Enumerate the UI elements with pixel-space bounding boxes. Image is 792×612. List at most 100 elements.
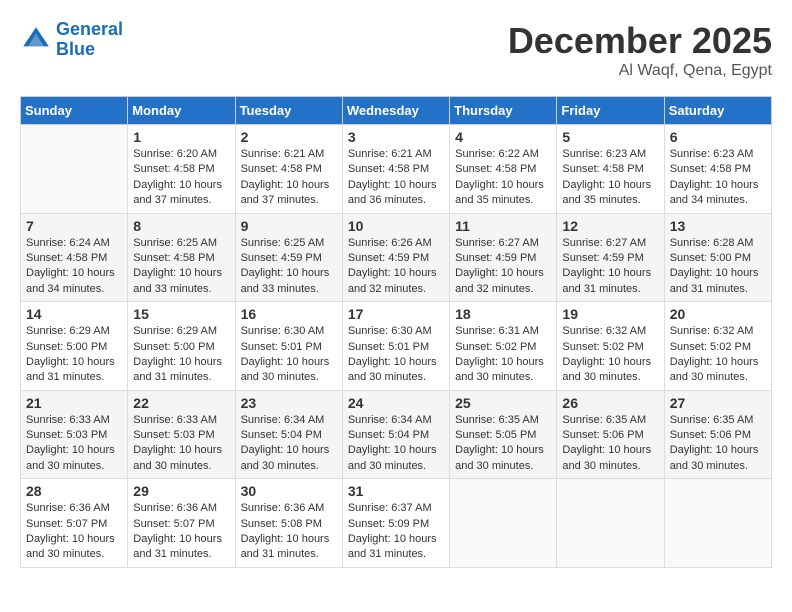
day-info: Sunrise: 6:29 AM Sunset: 5:00 PM Dayligh… [26, 324, 122, 386]
calendar-cell: 11 Sunrise: 6:27 AM Sunset: 4:59 PM Dayli… [450, 213, 557, 302]
day-info: Sunrise: 6:30 AM Sunset: 5:01 PM Dayligh… [241, 324, 337, 386]
calendar-cell: 17Sunrise: 6:30 AM Sunset: 5:01 PM Dayli… [342, 302, 449, 391]
day-number: 11 [455, 218, 551, 234]
day-number: 7 [26, 218, 122, 234]
day-info: Sunrise: 6:20 AM Sunset: 4:58 PM Dayligh… [133, 147, 229, 209]
day-info: Sunrise: 6:35 AM Sunset: 5:05 PM Dayligh… [455, 413, 551, 475]
day-number: 8 [133, 218, 229, 234]
day-info: Sunrise: 6:21 AM Sunset: 4:58 PM Dayligh… [348, 147, 444, 209]
calendar-cell: 12 Sunrise: 6:27 AM Sunset: 4:59 PM Dayli… [557, 213, 664, 302]
day-number: 23 [241, 395, 337, 411]
day-number: 27 [670, 395, 766, 411]
day-info: Sunrise: 6:27 AM Sunset: 4:59 PM Dayligh… [562, 236, 658, 298]
calendar-cell: 26 Sunrise: 6:35 AM Sunset: 5:06 PM Dayli… [557, 390, 664, 479]
day-info: Sunrise: 6:37 AM Sunset: 5:09 PM Dayligh… [348, 501, 444, 563]
calendar-cell: 5 Sunrise: 6:23 AM Sunset: 4:58 PM Daylig… [557, 125, 664, 214]
day-info: Sunrise: 6:35 AM Sunset: 5:06 PM Dayligh… [670, 413, 766, 475]
day-number: 1 [133, 129, 229, 145]
day-number: 14 [26, 306, 122, 322]
day-info: Sunrise: 6:25 AM Sunset: 4:58 PM Dayligh… [133, 236, 229, 298]
day-number: 2 [241, 129, 337, 145]
day-header-friday: Friday [557, 97, 664, 125]
calendar-week-row: 28Sunrise: 6:36 AM Sunset: 5:07 PM Dayli… [21, 479, 772, 568]
day-header-saturday: Saturday [664, 97, 771, 125]
logo-icon [20, 24, 52, 56]
calendar-cell [557, 479, 664, 568]
calendar-week-row: 1 Sunrise: 6:20 AM Sunset: 4:58 PM Daylig… [21, 125, 772, 214]
page-header: General Blue December 2025 Al Waqf, Qena… [20, 20, 772, 80]
logo-line2: Blue [56, 39, 95, 59]
calendar-cell: 22 Sunrise: 6:33 AM Sunset: 5:03 PM Dayli… [128, 390, 235, 479]
calendar-cell: 18Sunrise: 6:31 AM Sunset: 5:02 PM Dayli… [450, 302, 557, 391]
day-info: Sunrise: 6:23 AM Sunset: 4:58 PM Dayligh… [562, 147, 658, 209]
day-header-thursday: Thursday [450, 97, 557, 125]
calendar-cell: 21Sunrise: 6:33 AM Sunset: 5:03 PM Dayli… [21, 390, 128, 479]
day-number: 25 [455, 395, 551, 411]
calendar-cell: 20 Sunrise: 6:32 AM Sunset: 5:02 PM Dayli… [664, 302, 771, 391]
month-title: December 2025 [508, 20, 772, 62]
day-info: Sunrise: 6:33 AM Sunset: 5:03 PM Dayligh… [133, 413, 229, 475]
day-number: 12 [562, 218, 658, 234]
calendar-cell: 16Sunrise: 6:30 AM Sunset: 5:01 PM Dayli… [235, 302, 342, 391]
day-number: 15 [133, 306, 229, 322]
day-number: 26 [562, 395, 658, 411]
calendar-cell: 25 Sunrise: 6:35 AM Sunset: 5:05 PM Dayli… [450, 390, 557, 479]
calendar-week-row: 21Sunrise: 6:33 AM Sunset: 5:03 PM Dayli… [21, 390, 772, 479]
calendar-body: 1 Sunrise: 6:20 AM Sunset: 4:58 PM Daylig… [21, 125, 772, 568]
day-number: 22 [133, 395, 229, 411]
day-number: 9 [241, 218, 337, 234]
day-header-sunday: Sunday [21, 97, 128, 125]
day-info: Sunrise: 6:29 AM Sunset: 5:00 PM Dayligh… [133, 324, 229, 386]
day-number: 31 [348, 483, 444, 499]
calendar-cell: 31 Sunrise: 6:37 AM Sunset: 5:09 PM Dayli… [342, 479, 449, 568]
day-number: 13 [670, 218, 766, 234]
title-area: December 2025 Al Waqf, Qena, Egypt [508, 20, 772, 80]
calendar-cell [450, 479, 557, 568]
day-info: Sunrise: 6:32 AM Sunset: 5:02 PM Dayligh… [670, 324, 766, 386]
calendar-cell: 7 Sunrise: 6:24 AM Sunset: 4:58 PM Daylig… [21, 213, 128, 302]
calendar-cell: 2 Sunrise: 6:21 AM Sunset: 4:58 PM Daylig… [235, 125, 342, 214]
day-number: 20 [670, 306, 766, 322]
calendar-cell [21, 125, 128, 214]
logo-line1: General [56, 19, 123, 39]
day-number: 5 [562, 129, 658, 145]
calendar-week-row: 14 Sunrise: 6:29 AM Sunset: 5:00 PM Dayli… [21, 302, 772, 391]
day-info: Sunrise: 6:36 AM Sunset: 5:07 PM Dayligh… [26, 501, 122, 563]
day-info: Sunrise: 6:26 AM Sunset: 4:59 PM Dayligh… [348, 236, 444, 298]
day-info: Sunrise: 6:35 AM Sunset: 5:06 PM Dayligh… [562, 413, 658, 475]
day-info: Sunrise: 6:34 AM Sunset: 5:04 PM Dayligh… [241, 413, 337, 475]
logo: General Blue [20, 20, 123, 60]
day-number: 24 [348, 395, 444, 411]
calendar-cell: 8 Sunrise: 6:25 AM Sunset: 4:58 PM Daylig… [128, 213, 235, 302]
day-info: Sunrise: 6:24 AM Sunset: 4:58 PM Dayligh… [26, 236, 122, 298]
day-number: 4 [455, 129, 551, 145]
day-number: 3 [348, 129, 444, 145]
day-info: Sunrise: 6:32 AM Sunset: 5:02 PM Dayligh… [562, 324, 658, 386]
calendar-cell: 19 Sunrise: 6:32 AM Sunset: 5:02 PM Dayli… [557, 302, 664, 391]
day-info: Sunrise: 6:21 AM Sunset: 4:58 PM Dayligh… [241, 147, 337, 209]
day-info: Sunrise: 6:27 AM Sunset: 4:59 PM Dayligh… [455, 236, 551, 298]
day-number: 10 [348, 218, 444, 234]
calendar-cell: 27 Sunrise: 6:35 AM Sunset: 5:06 PM Dayli… [664, 390, 771, 479]
day-header-tuesday: Tuesday [235, 97, 342, 125]
calendar-cell: 3 Sunrise: 6:21 AM Sunset: 4:58 PM Daylig… [342, 125, 449, 214]
calendar-cell: 13Sunrise: 6:28 AM Sunset: 5:00 PM Dayli… [664, 213, 771, 302]
calendar-cell: 30Sunrise: 6:36 AM Sunset: 5:08 PM Dayli… [235, 479, 342, 568]
calendar-cell: 15 Sunrise: 6:29 AM Sunset: 5:00 PM Dayli… [128, 302, 235, 391]
day-number: 19 [562, 306, 658, 322]
calendar-cell: 4Sunrise: 6:22 AM Sunset: 4:58 PM Daylig… [450, 125, 557, 214]
day-number: 29 [133, 483, 229, 499]
logo-text: General Blue [56, 20, 123, 60]
calendar-cell: 14 Sunrise: 6:29 AM Sunset: 5:00 PM Dayli… [21, 302, 128, 391]
calendar-cell: 23 Sunrise: 6:34 AM Sunset: 5:04 PM Dayli… [235, 390, 342, 479]
day-number: 17 [348, 306, 444, 322]
day-info: Sunrise: 6:23 AM Sunset: 4:58 PM Dayligh… [670, 147, 766, 209]
day-number: 6 [670, 129, 766, 145]
day-info: Sunrise: 6:33 AM Sunset: 5:03 PM Dayligh… [26, 413, 122, 475]
day-header-wednesday: Wednesday [342, 97, 449, 125]
calendar-cell: 10 Sunrise: 6:26 AM Sunset: 4:59 PM Dayli… [342, 213, 449, 302]
calendar-table: SundayMondayTuesdayWednesdayThursdayFrid… [20, 96, 772, 568]
day-info: Sunrise: 6:36 AM Sunset: 5:07 PM Dayligh… [133, 501, 229, 563]
day-info: Sunrise: 6:36 AM Sunset: 5:08 PM Dayligh… [241, 501, 337, 563]
calendar-cell [664, 479, 771, 568]
